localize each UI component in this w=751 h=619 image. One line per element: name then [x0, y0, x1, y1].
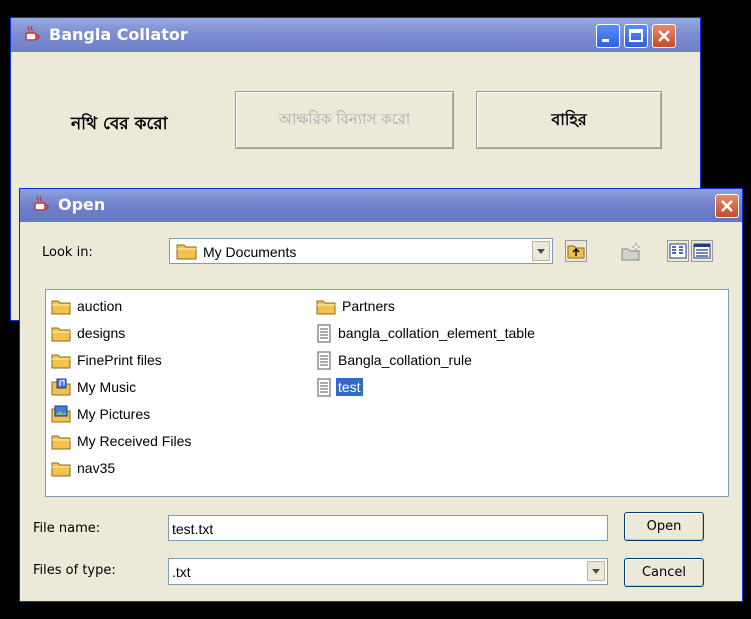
- up-folder-icon: [567, 245, 585, 259]
- cancel-button[interactable]: Cancel: [624, 558, 704, 587]
- sort-button[interactable]: আক্ষরিক বিন্যাস করো: [235, 91, 454, 149]
- folder-icon: [51, 462, 71, 476]
- folder-icon: [51, 354, 71, 368]
- dialog-close-button[interactable]: [715, 194, 739, 218]
- dialog-title-bar[interactable]: Open: [20, 189, 742, 222]
- file-name-label: File name:: [33, 521, 101, 536]
- music-folder-icon: [51, 378, 71, 396]
- list-view-icon: [669, 243, 687, 259]
- list-item[interactable]: auction: [51, 295, 124, 317]
- list-item[interactable]: nav35: [51, 457, 117, 479]
- list-item[interactable]: My Pictures: [51, 403, 152, 425]
- window-title: Bangla Collator: [49, 25, 188, 44]
- look-in-select[interactable]: My Documents: [169, 238, 553, 264]
- exit-button[interactable]: বাহির: [476, 91, 662, 149]
- new-folder-icon: [621, 242, 641, 261]
- folder-icon: [316, 300, 336, 314]
- up-one-level-button[interactable]: [565, 240, 587, 262]
- java-cup-icon: [34, 195, 49, 211]
- choose-file-label: নথি বের করো: [71, 114, 168, 134]
- chevron-down-icon[interactable]: [532, 241, 550, 261]
- close-icon: [721, 200, 733, 212]
- file-type-label: Files of type:: [33, 563, 116, 578]
- folder-icon: [176, 244, 197, 260]
- list-item[interactable]: My Received Files: [51, 430, 193, 452]
- file-type-value: .txt: [172, 564, 191, 580]
- list-item[interactable]: Partners: [316, 295, 397, 317]
- file-icon: [317, 351, 331, 369]
- list-item-selected[interactable]: test: [316, 376, 363, 398]
- details-view-icon: [693, 243, 711, 259]
- folder-icon: [51, 327, 71, 341]
- details-view-button[interactable]: [691, 240, 713, 262]
- close-button[interactable]: [652, 24, 676, 48]
- close-icon: [658, 30, 670, 42]
- list-item[interactable]: FinePrint files: [51, 349, 164, 371]
- dialog-title: Open: [58, 195, 106, 214]
- open-dialog: Open Look in: My Documents auction desig…: [19, 188, 743, 602]
- chevron-down-icon[interactable]: [587, 561, 605, 581]
- file-icon: [317, 378, 331, 396]
- maximize-icon: [629, 29, 643, 42]
- minimize-button[interactable]: [596, 24, 620, 48]
- file-list[interactable]: auction designs FinePrint files My Music…: [45, 289, 729, 497]
- list-item[interactable]: My Music: [51, 376, 138, 398]
- new-folder-button[interactable]: [619, 240, 641, 262]
- file-type-select[interactable]: .txt: [168, 558, 608, 585]
- pictures-folder-icon: [51, 405, 71, 423]
- file-icon: [317, 324, 331, 342]
- folder-icon: [51, 300, 71, 314]
- list-item[interactable]: Bangla_collation_rule: [316, 349, 474, 371]
- file-name-input[interactable]: test.txt: [168, 515, 608, 541]
- minimize-icon: [602, 39, 609, 42]
- file-name-value: test.txt: [172, 521, 214, 537]
- list-item[interactable]: bangla_collation_element_table: [316, 322, 537, 344]
- open-button[interactable]: Open: [624, 512, 704, 541]
- java-cup-icon: [25, 25, 40, 41]
- list-view-button[interactable]: [667, 240, 689, 262]
- look-in-label: Look in:: [42, 245, 93, 260]
- folder-icon: [51, 435, 71, 449]
- title-bar[interactable]: Bangla Collator: [11, 18, 700, 52]
- list-item[interactable]: designs: [51, 322, 127, 344]
- maximize-button[interactable]: [624, 24, 648, 48]
- look-in-value: My Documents: [203, 244, 297, 260]
